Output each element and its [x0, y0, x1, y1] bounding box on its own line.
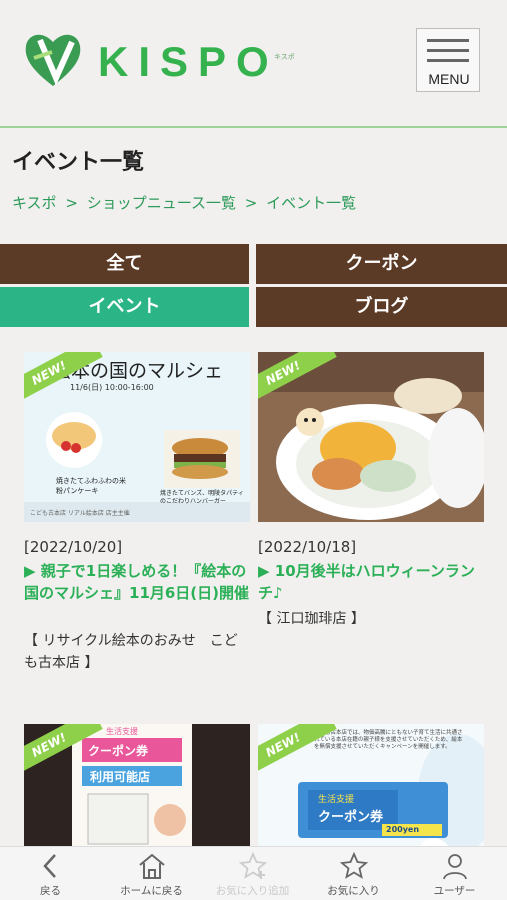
event-card[interactable]: 絵本の国のマルシェ 11/6(日) 10:00-16:00 焼きたてふわふわの米… [24, 352, 250, 671]
menu-label: MENU [428, 71, 470, 87]
tab-coupon[interactable]: クーポン [256, 244, 507, 284]
flyer-caption-left: 焼きたてふわふわの米粉パンケーキ [56, 477, 126, 495]
heart-logo-icon [25, 34, 81, 86]
campaign-line-2: クーポン券 [318, 810, 384, 825]
page-title: イベント一覧 [12, 150, 145, 175]
event-thumbnail[interactable]: 絵本の国のマルシェ 11/6(日) 10:00-16:00 焼きたてふわふわの米… [24, 352, 250, 522]
event-card[interactable]: NEW! [2022/10/18] ▶ 10月後半はハロウィーンランチ♪ 【 江… [258, 352, 484, 627]
coupon-line-1: 生活支援 [106, 727, 138, 736]
star-plus-icon [238, 851, 268, 879]
category-tabs: 全て クーポン イベント ブログ [0, 244, 507, 330]
nav-user-button[interactable]: ユーザー [404, 847, 505, 900]
tab-all[interactable]: 全て [0, 244, 249, 284]
shop-name: 【 リサイクル絵本のおみせ こども古本店 】 [24, 633, 238, 671]
nav-home-label: ホームに戻る [120, 885, 183, 897]
logo-subtext: キスポ [274, 53, 295, 61]
nav-add-favorite-button[interactable]: お気に入り追加 [202, 847, 303, 900]
site-header: KISPO キスポ MENU [0, 0, 507, 128]
breadcrumb-home[interactable]: キスポ [12, 194, 57, 212]
campaign-line-1: 生活支援 [318, 795, 355, 805]
flyer-footer: こども古本店 リアル絵本店 店主主催 [30, 510, 130, 517]
hamburger-icon [427, 59, 469, 62]
campaign-lead-text: こども古本店では、物価高騰にともない子育て生活に共通されている本店在籍の親子様を… [314, 730, 463, 750]
logo-text: KISPO [98, 38, 279, 85]
nav-favorites-button[interactable]: お気に入り [303, 847, 404, 900]
tab-blog[interactable]: ブログ [256, 287, 507, 327]
flyer-caption-right: 焼きたてバンズ、明陵タパティのこだわりハンバーガー [160, 490, 244, 505]
hamburger-icon [427, 39, 469, 42]
menu-button[interactable]: MENU [416, 28, 480, 92]
nav-back-label: 戻る [40, 885, 61, 897]
back-chevron-icon [43, 854, 56, 878]
flyer-date-line: 11/6(日) 10:00-16:00 [70, 383, 154, 392]
home-icon [139, 853, 165, 879]
breadcrumb-current: イベント一覧 [266, 194, 357, 212]
coupon-line-2: クーポン券 [88, 744, 149, 758]
kispo-logo[interactable]: KISPO キスポ [22, 28, 312, 92]
campaign-amount: 200yen [386, 825, 420, 834]
breadcrumb-shop-news[interactable]: ショップニュース一覧 [87, 194, 236, 212]
hamburger-icon [427, 49, 469, 52]
nav-home-button[interactable]: ホームに戻る [101, 847, 202, 900]
nav-user-label: ユーザー [433, 885, 476, 897]
tab-event[interactable]: イベント [0, 287, 249, 327]
event-title-link[interactable]: ▶ 10月後半はハロウィーンランチ♪ [258, 560, 484, 604]
event-date: [2022/10/18] [258, 538, 357, 556]
bottom-navigation: 戻る ホームに戻る お気に入り追加 お気に入り ユーザー [0, 846, 507, 900]
user-icon [443, 854, 467, 880]
breadcrumb-separator: > [244, 194, 258, 212]
nav-back-button[interactable]: 戻る [0, 847, 101, 900]
event-thumbnail[interactable]: NEW! [258, 352, 484, 522]
star-icon [339, 851, 369, 879]
breadcrumb-separator: > [65, 194, 78, 212]
event-title-link[interactable]: ▶ 親子で1日楽しめる！『絵本の国のマルシェ』11月6日(日)開催 [24, 560, 250, 604]
event-date: [2022/10/20] [24, 538, 123, 556]
nav-add-favorite-label: お気に入り追加 [215, 885, 290, 897]
nav-favorites-label: お気に入り [327, 885, 380, 897]
coupon-line-3: 利用可能店 [90, 770, 151, 784]
shop-name: 【 江口珈琲店 】 [258, 611, 365, 627]
breadcrumb: キスポ > ショップニュース一覧 > イベント一覧 [12, 192, 360, 213]
